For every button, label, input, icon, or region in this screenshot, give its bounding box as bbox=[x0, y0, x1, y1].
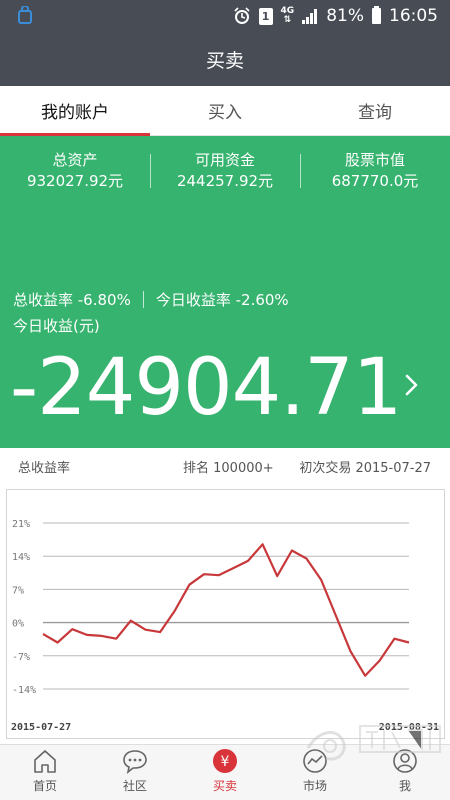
nav-label: 社区 bbox=[122, 779, 147, 793]
page-title: 买卖 bbox=[205, 49, 244, 72]
stat-stock-market-value: 股票市值 687770.0元 bbox=[300, 150, 450, 192]
nav-label: 市场 bbox=[302, 779, 327, 793]
account-summary-panel[interactable]: 总资产 932027.92元 可用资金 244257.92元 股票市值 6877… bbox=[0, 136, 450, 448]
status-bar: 1 4G ⇅ 81% 16:05 bbox=[0, 0, 450, 32]
stat-label: 总资产 bbox=[52, 151, 98, 169]
rank-label: 排名 100000+ bbox=[183, 460, 274, 476]
tab-bar: 我的账户 买入 查询 bbox=[0, 86, 450, 136]
stat-value: 244257.92元 bbox=[176, 172, 274, 190]
y-tick-label: 7% bbox=[12, 585, 24, 596]
y-tick-label: -7% bbox=[12, 652, 30, 663]
today-profit-label: 今日收益(元) bbox=[13, 317, 100, 335]
return-chart: 21% 14% 7% 0% -7% -14% 2015-07-27 2015-08-31 bbox=[6, 489, 445, 739]
stat-available-funds: 可用资金 244257.92元 bbox=[150, 150, 300, 192]
tab-label: 我的账户 bbox=[41, 103, 109, 123]
stat-total-assets: 总资产 932027.92元 bbox=[0, 150, 150, 192]
title-bar: 买卖 bbox=[0, 32, 450, 86]
return-rates: 总收益率 -6.80% 今日收益率 -2.60% bbox=[13, 289, 289, 310]
first-trade-label: 初次交易 2015-07-27 bbox=[299, 460, 431, 476]
total-return-rate: 总收益率 -6.80% bbox=[13, 291, 131, 309]
x-end-label: 2015-08-31 bbox=[379, 722, 439, 733]
stat-value: 687770.0元 bbox=[331, 172, 419, 190]
y-tick-label: 0% bbox=[12, 619, 24, 630]
nav-trade[interactable]: ¥ 买卖 bbox=[180, 745, 270, 800]
nav-label: 我 bbox=[398, 779, 411, 793]
network-type-icon: 4G ⇅ bbox=[281, 7, 295, 25]
svg-text:¥: ¥ bbox=[221, 754, 230, 770]
stat-label: 股票市值 bbox=[344, 151, 405, 169]
clock: 16:05 bbox=[389, 6, 438, 26]
chevron-right-icon[interactable] bbox=[404, 370, 420, 400]
return-chart-svg: 21% 14% 7% 0% -7% -14% 2015-07-27 2015-08-31 bbox=[11, 519, 439, 733]
nav-community[interactable]: 社区 bbox=[90, 745, 180, 800]
yen-icon: ¥ bbox=[213, 749, 237, 773]
network-arrows-icon: ⇅ bbox=[283, 15, 292, 25]
stat-value: 932027.92元 bbox=[26, 172, 124, 190]
app-notification-icon bbox=[18, 6, 32, 24]
battery-percent: 81% bbox=[326, 6, 364, 26]
today-return-rate: 今日收益率 -2.60% bbox=[155, 291, 289, 309]
y-tick-label: -14% bbox=[12, 685, 36, 696]
market-icon bbox=[303, 749, 327, 773]
tab-my-account[interactable]: 我的账户 bbox=[0, 86, 150, 136]
battery-icon bbox=[372, 6, 381, 24]
alarm-icon bbox=[233, 7, 250, 24]
nav-home[interactable]: 首页 bbox=[0, 745, 90, 800]
chat-icon bbox=[123, 750, 147, 774]
y-tick-label: 14% bbox=[12, 552, 30, 563]
nav-profile[interactable]: 我 bbox=[360, 745, 450, 800]
nav-market[interactable]: 市场 bbox=[270, 745, 360, 800]
tab-buy[interactable]: 买入 bbox=[150, 86, 300, 135]
account-stats: 总资产 932027.92元 可用资金 244257.92元 股票市值 6877… bbox=[0, 150, 450, 192]
nav-label: 首页 bbox=[32, 779, 57, 793]
rate-divider bbox=[142, 291, 144, 308]
tab-query[interactable]: 查询 bbox=[300, 86, 450, 135]
tab-label: 买入 bbox=[208, 103, 242, 123]
tab-label: 查询 bbox=[358, 103, 392, 123]
home-icon bbox=[34, 750, 56, 773]
nav-label: 买卖 bbox=[212, 779, 237, 793]
chart-info-row: 总收益率 排名 100000+ 初次交易 2015-07-27 bbox=[0, 448, 450, 484]
chart-title-label: 总收益率 bbox=[18, 460, 71, 476]
stat-label: 可用资金 bbox=[194, 151, 255, 169]
bottom-nav: 首页 社区 ¥ 买卖 市场 我 bbox=[0, 744, 450, 800]
x-start-label: 2015-07-27 bbox=[11, 722, 71, 733]
signal-icon bbox=[302, 9, 318, 24]
y-tick-label: 21% bbox=[12, 519, 30, 530]
sim-icon: 1 bbox=[258, 7, 273, 25]
today-profit-value: -24904.71 bbox=[10, 343, 402, 433]
profile-icon bbox=[393, 749, 417, 773]
